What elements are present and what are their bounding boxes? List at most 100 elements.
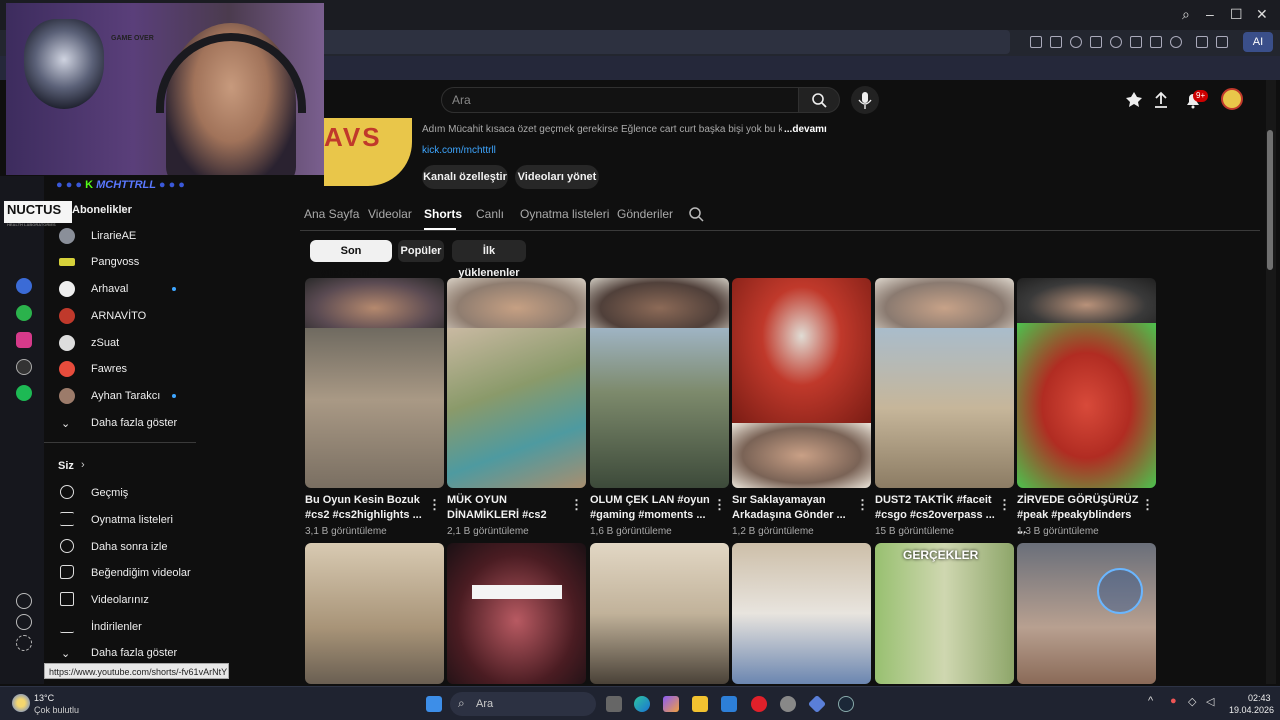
manage-videos-button[interactable]: Videoları yönet bbox=[515, 165, 599, 189]
edit-icon[interactable] bbox=[1030, 36, 1042, 48]
play-icon[interactable] bbox=[1090, 36, 1102, 48]
short-thumbnail[interactable] bbox=[732, 278, 871, 488]
search-button[interactable] bbox=[798, 87, 840, 113]
tab-home[interactable]: Ana Sayfa bbox=[304, 207, 359, 221]
upload-icon[interactable] bbox=[1152, 91, 1170, 109]
pen-icon[interactable] bbox=[1196, 36, 1208, 48]
chevron-right-icon: › bbox=[121, 203, 125, 215]
more-options-icon[interactable]: ⋮ bbox=[856, 497, 869, 513]
steam-icon[interactable] bbox=[838, 696, 854, 712]
channel-avatar-icon bbox=[59, 335, 75, 351]
filter-popular[interactable]: Popüler bbox=[398, 240, 444, 262]
more-options-icon[interactable]: ⋮ bbox=[1141, 497, 1154, 513]
weather-temp: 13°C bbox=[34, 693, 55, 703]
clock-time[interactable]: 02:43 bbox=[1248, 693, 1271, 703]
close-icon[interactable]: ✕ bbox=[1256, 6, 1268, 23]
network-icon[interactable]: ◇ bbox=[1188, 695, 1196, 708]
short-thumbnail[interactable] bbox=[447, 278, 586, 488]
short-title[interactable]: DUST2 TAKTİK #faceit #csgo #cs2overpass .… bbox=[875, 493, 1000, 523]
mail-icon[interactable] bbox=[721, 696, 737, 712]
customize-channel-button[interactable]: Kanalı özelleştir bbox=[422, 165, 508, 189]
windows-start-icon[interactable] bbox=[426, 696, 442, 712]
account-avatar[interactable] bbox=[1221, 88, 1243, 110]
download-icon[interactable] bbox=[1130, 36, 1142, 48]
filter-latest[interactable]: Son yüklenenler bbox=[310, 240, 392, 279]
short-views: 15 B görüntüleme bbox=[875, 526, 954, 537]
more-options-icon[interactable]: ⋮ bbox=[570, 497, 583, 513]
file-explorer-icon[interactable] bbox=[692, 696, 708, 712]
instagram-icon[interactable] bbox=[16, 332, 32, 348]
copilot-icon[interactable] bbox=[663, 696, 679, 712]
tab-live[interactable]: Canlı bbox=[476, 207, 504, 221]
search-tabs-icon[interactable]: ⌕ bbox=[1182, 6, 1190, 23]
heart-icon[interactable] bbox=[16, 593, 32, 609]
short-thumbnail[interactable] bbox=[1017, 543, 1156, 684]
ai-button[interactable]: AI bbox=[1243, 32, 1273, 52]
webcam-frame bbox=[590, 278, 729, 328]
tab-playlists[interactable]: Oynatma listeleri bbox=[520, 207, 609, 221]
spotify-icon[interactable] bbox=[16, 385, 32, 401]
screenshot-icon[interactable] bbox=[1050, 36, 1062, 48]
channel-avatar[interactable]: AVS bbox=[324, 118, 412, 186]
you-heading[interactable]: Siz bbox=[58, 460, 74, 472]
task-view-icon[interactable] bbox=[606, 696, 622, 712]
short-thumbnail[interactable] bbox=[1017, 278, 1156, 488]
short-thumbnail[interactable] bbox=[590, 543, 729, 684]
more-options-icon[interactable]: ⋮ bbox=[713, 497, 726, 513]
search-input[interactable]: Ara bbox=[441, 87, 799, 113]
tray-chevron-icon[interactable]: ^ bbox=[1148, 695, 1153, 707]
short-thumbnail[interactable] bbox=[590, 278, 729, 488]
playlist-icon bbox=[60, 512, 74, 526]
download-icon bbox=[60, 619, 74, 633]
edge-icon[interactable] bbox=[634, 696, 650, 712]
opera-gx-icon[interactable] bbox=[751, 696, 767, 712]
app-icon[interactable] bbox=[807, 694, 827, 714]
x-icon[interactable] bbox=[16, 359, 32, 375]
headphones-image bbox=[156, 33, 306, 113]
clock-icon[interactable] bbox=[16, 614, 32, 630]
tab-posts[interactable]: Gönderiler bbox=[617, 207, 673, 221]
maximize-icon[interactable]: ☐ bbox=[1230, 6, 1243, 23]
short-thumbnail[interactable] bbox=[732, 543, 871, 684]
channel-description: Adım Mücahit kısaca özet geçmek gerekirs… bbox=[422, 124, 782, 135]
clock-date[interactable]: 19.04.2026 bbox=[1229, 705, 1274, 715]
extension-icon[interactable] bbox=[1216, 36, 1228, 48]
profile-icon[interactable] bbox=[1170, 36, 1182, 48]
channel-link[interactable]: kick.com/mchttrll bbox=[422, 145, 496, 156]
search-icon: ⌕ bbox=[458, 696, 465, 710]
weather-icon[interactable] bbox=[12, 694, 30, 712]
url-field[interactable] bbox=[320, 30, 1010, 54]
taskbar-search[interactable]: ⌕ Ara bbox=[450, 692, 596, 716]
minimize-icon[interactable]: – bbox=[1206, 6, 1214, 22]
shield-icon[interactable] bbox=[1070, 36, 1082, 48]
scrollbar-thumb[interactable] bbox=[1267, 130, 1273, 270]
short-thumbnail[interactable] bbox=[305, 543, 444, 684]
rank-emblem-icon bbox=[1097, 568, 1143, 614]
short-thumbnail[interactable] bbox=[875, 278, 1014, 488]
short-thumbnail[interactable]: GERÇEKLER bbox=[875, 543, 1014, 684]
more-options-icon[interactable]: ⋮ bbox=[998, 497, 1011, 513]
short-title[interactable]: MÜK OYUN DİNAMİKLERİ #cs2 bbox=[447, 493, 572, 523]
whatsapp-icon[interactable] bbox=[16, 305, 32, 321]
short-title[interactable]: Bu Oyun Kesin Bozuk #cs2 #cs2highlights .… bbox=[305, 493, 430, 523]
short-thumbnail[interactable] bbox=[305, 278, 444, 488]
more-options-icon[interactable]: ⋮ bbox=[428, 497, 441, 513]
gear-icon[interactable] bbox=[16, 635, 32, 651]
channel-search-icon[interactable] bbox=[688, 206, 704, 222]
app-icon[interactable] bbox=[780, 696, 796, 712]
tab-videos[interactable]: Videolar bbox=[368, 207, 412, 221]
show-more-link[interactable]: ...devamı bbox=[784, 124, 827, 135]
mic-icon[interactable]: ● bbox=[1170, 695, 1177, 707]
heart-icon[interactable] bbox=[1110, 36, 1122, 48]
filter-oldest[interactable]: İlk yüklenenler bbox=[452, 240, 526, 279]
menu-icon[interactable] bbox=[1150, 36, 1162, 48]
short-title[interactable]: OLUM ÇEK LAN #oyun #gaming #moments ... bbox=[590, 493, 715, 523]
chevron-right-icon: › bbox=[81, 459, 85, 471]
volume-icon[interactable]: ◁ bbox=[1206, 695, 1214, 708]
short-thumbnail[interactable] bbox=[447, 543, 586, 684]
create-icon[interactable] bbox=[1125, 91, 1143, 109]
tab-shorts[interactable]: Shorts bbox=[424, 207, 462, 221]
short-title[interactable]: Sır Saklayamayan Arkadaşına Gönder ... bbox=[732, 493, 857, 523]
messenger-icon[interactable] bbox=[16, 278, 32, 294]
voice-search-button[interactable] bbox=[851, 86, 879, 114]
